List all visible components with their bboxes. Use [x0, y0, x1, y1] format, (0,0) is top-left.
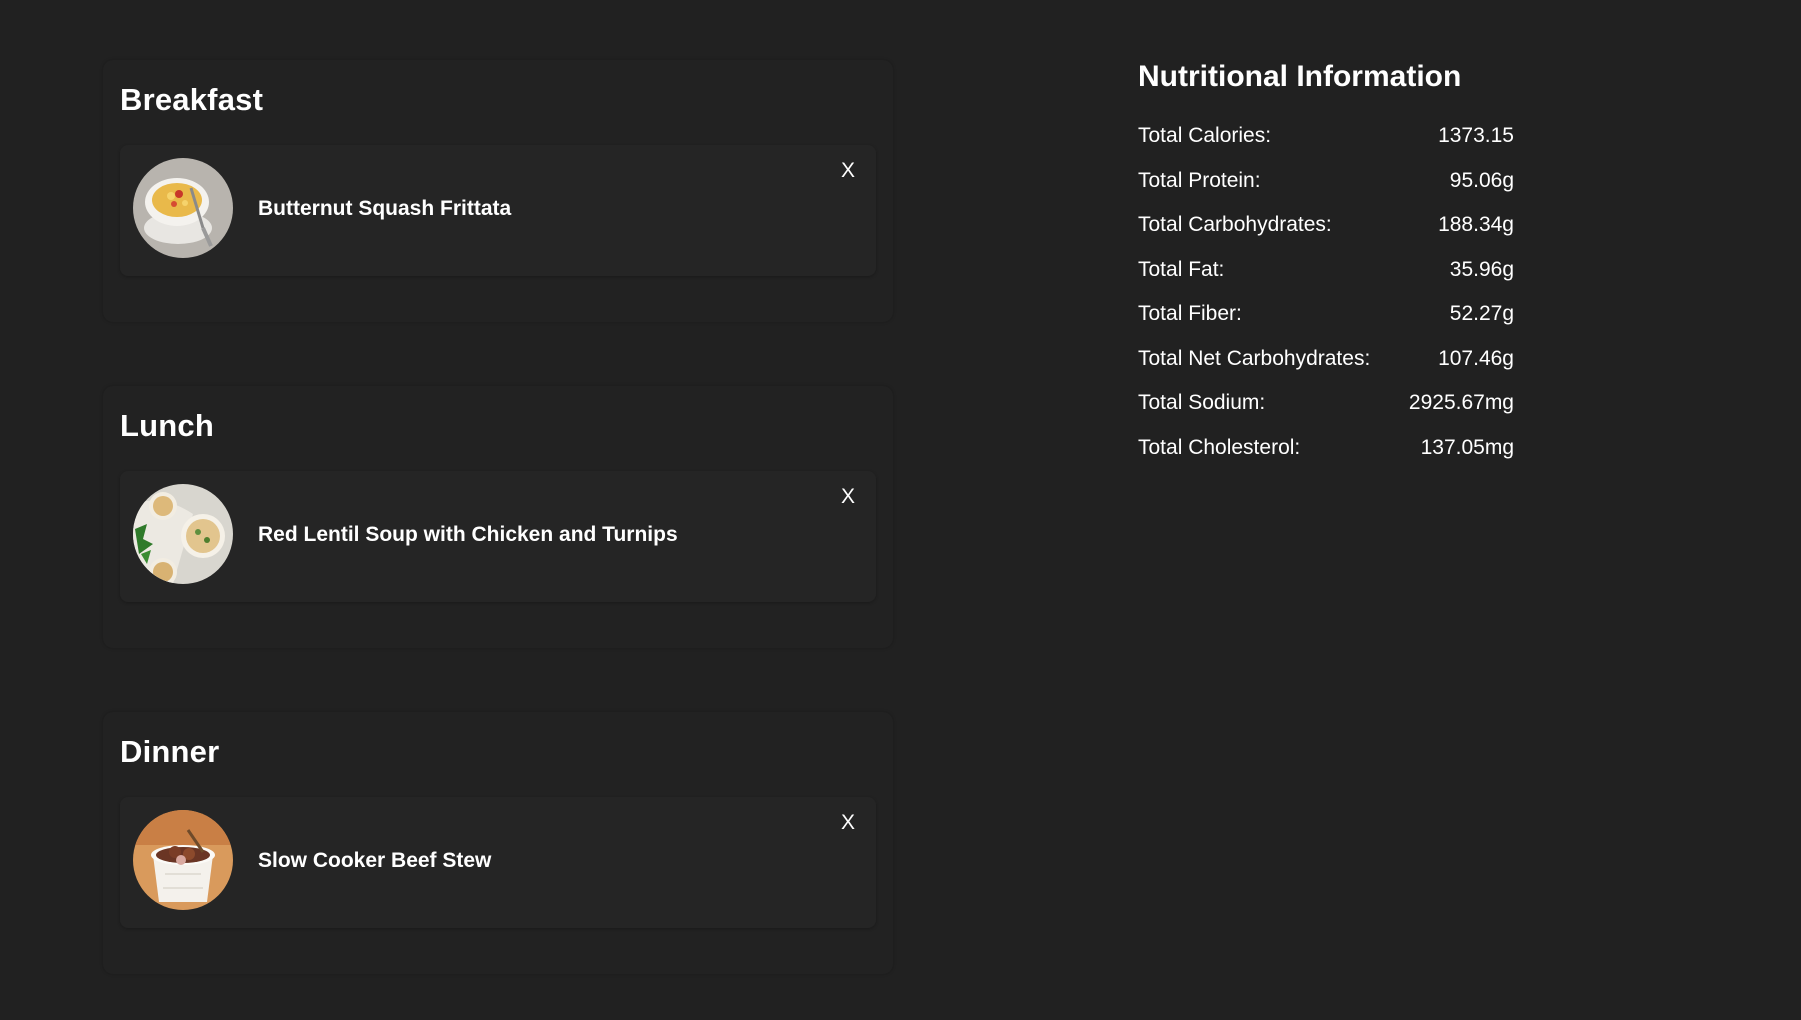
recipe-name-dinner[interactable]: Slow Cooker Beef Stew — [258, 849, 491, 873]
recipe-name-breakfast[interactable]: Butternut Squash Frittata — [258, 197, 511, 221]
nutrition-label: Total Sodium: — [1138, 391, 1266, 414]
nutrition-label: Total Carbohydrates: — [1138, 213, 1332, 236]
meal-title-dinner: Dinner — [120, 734, 220, 769]
nutrition-row-cholesterol: Total Cholesterol: 137.05mg — [1138, 436, 1514, 481]
meal-title-breakfast: Breakfast — [120, 82, 264, 117]
nutrition-label: Total Cholesterol: — [1138, 435, 1301, 459]
nutrition-row-sodium: Total Sodium: 2925.67mg — [1138, 391, 1514, 436]
remove-dinner-button[interactable]: X — [837, 809, 859, 837]
nutrition-panel: Nutritional Information Total Calories: … — [1138, 60, 1514, 480]
breakfast-section: Breakfast Butternut Squash Frittata X — [103, 60, 893, 322]
nutrition-label: Total Net Carbohydrates: — [1138, 346, 1371, 370]
dinner-section: Dinner Slow Cooker Beef Stew X — [103, 712, 893, 974]
nutrition-value: 1373.15 — [1438, 124, 1514, 147]
nutrition-value: 52.27g — [1449, 302, 1514, 325]
nutrition-label: Total Fat: — [1138, 257, 1225, 281]
meal-card-lunch: Red Lentil Soup with Chicken and Turnips… — [120, 471, 876, 602]
nutrition-label: Total Fiber: — [1138, 302, 1242, 325]
nutrition-row-fat: Total Fat: 35.96g — [1138, 258, 1514, 303]
remove-lunch-button[interactable]: X — [837, 483, 859, 511]
nutrition-row-fiber: Total Fiber: 52.27g — [1138, 302, 1514, 347]
meal-title-lunch: Lunch — [120, 408, 214, 443]
recipe-name-lunch[interactable]: Red Lentil Soup with Chicken and Turnips — [258, 523, 678, 547]
frittata-bowl-photo[interactable] — [133, 158, 233, 258]
nutrition-value: 188.34g — [1438, 213, 1514, 236]
meal-plan-page: Breakfast Butternut Squash Frittata X Lu… — [0, 0, 1801, 1020]
nutrition-label: Total Protein: — [1138, 168, 1261, 192]
nutrition-title: Nutritional Information — [1138, 60, 1462, 93]
meal-card-dinner: Slow Cooker Beef Stew X — [120, 797, 876, 928]
nutrition-row-net-carbohydrates: Total Net Carbohydrates: 107.46g — [1138, 347, 1514, 392]
nutrition-row-carbohydrates: Total Carbohydrates: 188.34g — [1138, 213, 1514, 258]
nutrition-value: 137.05mg — [1420, 435, 1514, 459]
remove-breakfast-button[interactable]: X — [837, 157, 859, 185]
nutrition-value: 95.06g — [1449, 168, 1514, 192]
nutrition-label: Total Calories: — [1138, 124, 1272, 147]
lunch-section: Lunch Red Lentil Soup with Chicken and T… — [103, 386, 893, 648]
nutrition-row-protein: Total Protein: 95.06g — [1138, 169, 1514, 214]
beef-stew-photo[interactable] — [133, 810, 233, 910]
nutrition-value: 35.96g — [1449, 257, 1514, 281]
lentil-soup-photo[interactable] — [133, 484, 233, 584]
nutrition-value: 2925.67mg — [1408, 391, 1514, 414]
nutrition-row-calories: Total Calories: 1373.15 — [1138, 124, 1514, 169]
nutrition-value: 107.46g — [1438, 346, 1514, 370]
meal-card-breakfast: Butternut Squash Frittata X — [120, 145, 876, 276]
